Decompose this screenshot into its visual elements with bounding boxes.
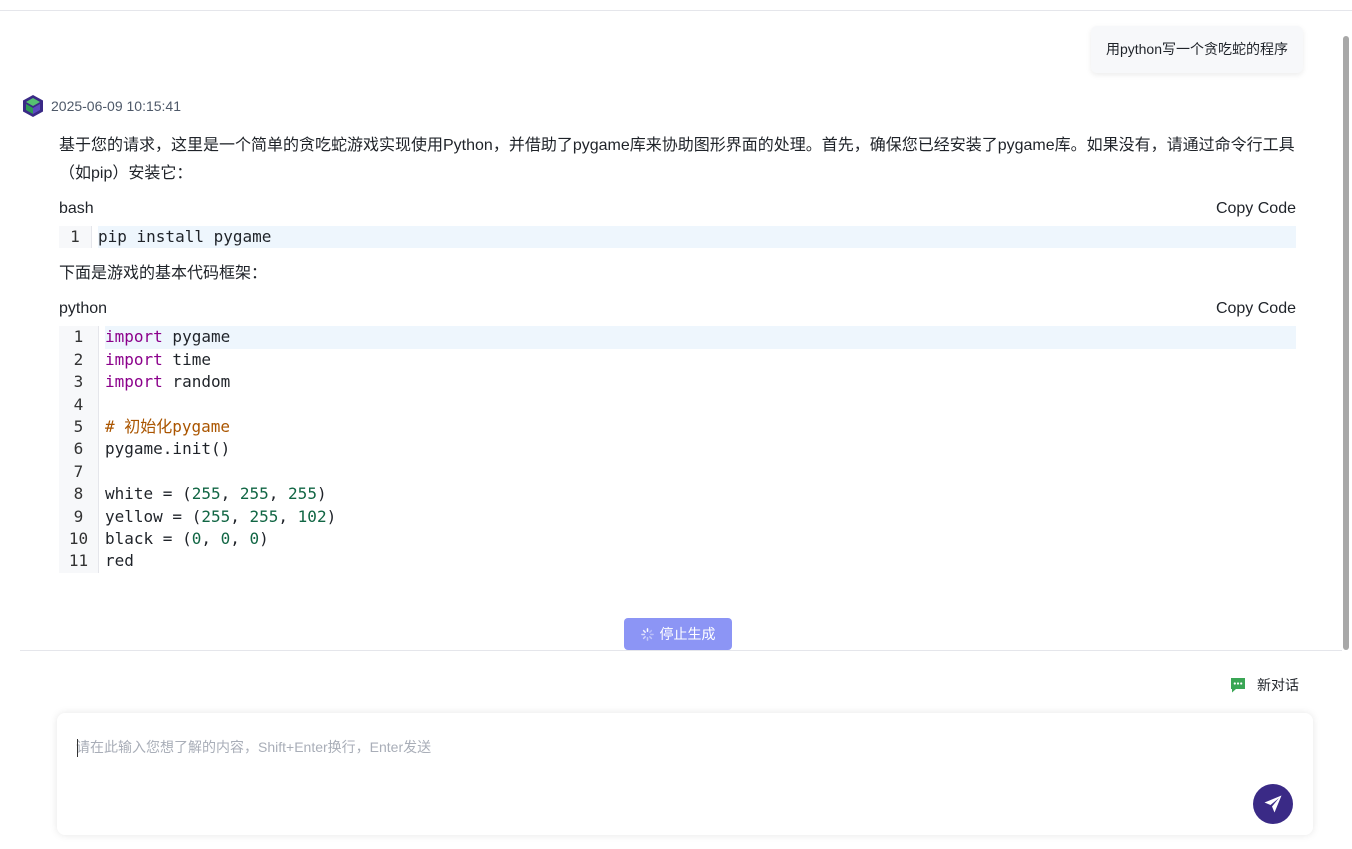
line-number: 1	[70, 227, 80, 246]
line-number: 10	[68, 528, 89, 548]
chat-bubble-icon	[1231, 678, 1245, 693]
loading-spinner-icon	[640, 627, 654, 641]
send-button[interactable]	[1253, 784, 1293, 824]
message-input[interactable]	[76, 737, 1236, 797]
text-caret	[77, 739, 78, 757]
line-number: 1	[73, 327, 84, 347]
line-number: 3	[73, 372, 84, 392]
answer-intro: 基于您的请求，这里是一个简单的贪吃蛇游戏实现使用Python，并借助了pygam…	[59, 137, 1295, 182]
input-divider	[20, 650, 1342, 651]
code-lang-label: python	[59, 300, 108, 318]
message-input-box	[57, 713, 1313, 835]
code-lines: import pygame import time import random # …	[99, 326, 1296, 572]
code-line: red	[105, 551, 134, 571]
code-line: pip install pygame	[98, 226, 1296, 249]
line-number: 2	[73, 349, 84, 369]
code-block-python: 1 2 3 4 5 6 7 8 9 10 11 import pygame imp…	[59, 326, 1296, 573]
code-line: import pygame	[105, 326, 1296, 349]
line-number: 4	[73, 394, 84, 414]
line-number: 6	[73, 439, 84, 459]
code-line: pygame.init()	[105, 439, 231, 459]
copy-code-button[interactable]: Copy Code	[1216, 300, 1296, 318]
code-line: # 初始化pygame	[105, 416, 231, 436]
bot-timestamp: 2025-06-09 10:15:41	[51, 98, 181, 114]
copy-code-button[interactable]: Copy Code	[1216, 200, 1296, 218]
bot-answer: 基于您的请求，这里是一个简单的贪吃蛇游戏实现使用Python，并借助了pygam…	[59, 132, 1296, 573]
user-message-text: 用python写一个贪吃蛇的程序	[1105, 41, 1289, 57]
new-chat-label: 新对话	[1257, 677, 1299, 693]
code-block-header-python: python Copy Code	[59, 297, 1296, 321]
stop-generating-label: 停止生成	[659, 626, 716, 642]
code-line: import random	[105, 372, 231, 392]
code-block-bash: 1 pip install pygame	[59, 226, 1296, 249]
code-line: black = (0, 0, 0)	[105, 528, 269, 548]
code-lines: pip install pygame	[92, 226, 1296, 249]
code-lang-label: bash	[59, 200, 94, 217]
code-block-header-bash: bash Copy Code	[59, 197, 1296, 221]
answer-middle-text: 下面是游戏的基本代码框架：	[59, 265, 268, 283]
code-line: yellow = (255, 255, 102)	[105, 506, 337, 526]
line-number: 5	[73, 416, 84, 436]
line-number: 7	[73, 461, 84, 481]
line-numbers: 1	[59, 226, 92, 249]
send-paper-plane-icon	[1264, 795, 1282, 813]
chat-area[interactable]: 用python写一个贪吃蛇的程序 2025-06-09 10:15:41 基于您…	[0, 11, 1342, 650]
stop-generating-button[interactable]: 停止生成	[624, 618, 732, 650]
user-message-bubble: 用python写一个贪吃蛇的程序	[1091, 26, 1303, 73]
new-chat-button[interactable]: 新对话	[1229, 675, 1299, 695]
line-number: 8	[73, 484, 84, 504]
code-line: import time	[105, 349, 211, 369]
code-line: white = (255, 255, 255)	[105, 484, 327, 504]
line-numbers: 1 2 3 4 5 6 7 8 9 10 11	[59, 326, 99, 573]
bot-avatar-icon	[23, 95, 43, 117]
chat-scrollbar[interactable]	[1343, 36, 1349, 650]
line-number: 11	[68, 551, 89, 571]
line-number: 9	[73, 506, 84, 526]
